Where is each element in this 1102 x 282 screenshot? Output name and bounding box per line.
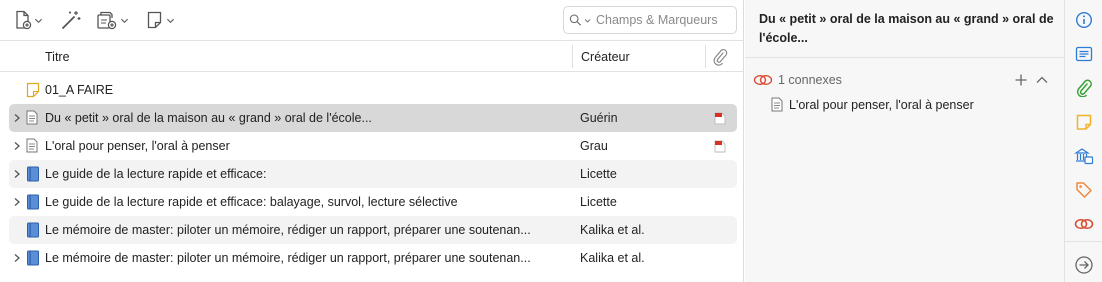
- book-icon: [26, 194, 40, 213]
- sidenav-attachments-button[interactable]: [1074, 78, 1094, 98]
- libraries-collections-icon: [1074, 148, 1094, 165]
- items-pane: Titre Créateur 01_A FAIRE Du « petit » or…: [0, 0, 744, 282]
- column-header: Titre Créateur: [0, 41, 744, 72]
- search-mode-chevron-icon[interactable]: [584, 16, 591, 25]
- chevron-down-icon: [34, 18, 43, 23]
- divider: [745, 57, 1064, 58]
- item-title-cell: Le guide de la lecture rapide et efficac…: [45, 195, 458, 209]
- plus-icon: [1015, 74, 1027, 86]
- related-icon: [1074, 218, 1094, 230]
- sidenav-info-button[interactable]: [1074, 10, 1094, 30]
- book-icon: [26, 166, 40, 185]
- item-row[interactable]: 01_A FAIRE: [9, 76, 737, 104]
- add-attachment-button[interactable]: [96, 8, 129, 32]
- column-attachments-header[interactable]: [712, 48, 728, 69]
- item-row[interactable]: Le mémoire de master: piloter un mémoire…: [9, 216, 737, 244]
- item-creator-cell: Grau: [580, 139, 608, 153]
- column-creator-header[interactable]: Créateur: [581, 50, 630, 64]
- item-creator-cell: Licette: [580, 195, 617, 209]
- item-row[interactable]: Le guide de la lecture rapide et efficac…: [9, 188, 737, 216]
- new-note-button[interactable]: [146, 8, 175, 32]
- chevron-down-icon: [120, 18, 129, 23]
- related-item[interactable]: L'oral pour penser, l'oral à penser: [771, 97, 974, 112]
- pdf-attachment-icon[interactable]: [714, 140, 726, 156]
- new-item-button[interactable]: [14, 8, 43, 32]
- items-toolbar: [0, 0, 744, 41]
- item-row[interactable]: L'oral pour penser, l'oral à penser Grau: [9, 132, 737, 160]
- sidenav-related-button[interactable]: [1074, 214, 1094, 234]
- item-row[interactable]: Le mémoire de master: piloter un mémoire…: [9, 244, 737, 272]
- tags-icon: [1076, 182, 1092, 198]
- collapse-section-button[interactable]: [1035, 73, 1049, 90]
- sidenav-notes-button[interactable]: [1074, 112, 1094, 132]
- new-note-icon: [147, 11, 162, 29]
- search-box[interactable]: [563, 6, 737, 34]
- info-icon: [1075, 11, 1093, 29]
- expand-twisty-icon[interactable]: [12, 252, 22, 264]
- item-pane-title: Du « petit » oral de la maison au « gran…: [759, 12, 1054, 45]
- item-title-cell: Le mémoire de master: piloter un mémoire…: [45, 223, 531, 237]
- locate-icon: [1075, 256, 1093, 274]
- item-title-cell: Le guide de la lecture rapide et efficac…: [45, 167, 267, 181]
- sidenav-locate-button[interactable]: [1074, 255, 1094, 275]
- expand-twisty-icon[interactable]: [12, 140, 22, 152]
- related-icon: [753, 75, 773, 85]
- item-creator-cell: Kalika et al.: [580, 223, 645, 237]
- expand-twisty-icon[interactable]: [12, 168, 22, 180]
- add-attachment-icon: [97, 11, 117, 30]
- magic-wand-icon: [62, 11, 81, 29]
- related-count-label: 1 connexes: [778, 73, 842, 87]
- expand-twisty-icon[interactable]: [12, 196, 22, 208]
- paperclip-icon: [713, 49, 728, 66]
- pdf-attachment-icon[interactable]: [714, 112, 726, 128]
- expand-twisty-icon[interactable]: [12, 112, 22, 124]
- notes-icon: [1076, 114, 1092, 130]
- related-section-header[interactable]: 1 connexes: [753, 70, 1053, 90]
- column-separator[interactable]: [572, 45, 573, 68]
- chevron-down-icon: [166, 18, 175, 23]
- item-creator-cell: Kalika et al.: [580, 251, 645, 265]
- item-pane: Du « petit » oral de la maison au « gran…: [745, 0, 1064, 282]
- item-row[interactable]: Du « petit » oral de la maison au « gran…: [9, 104, 737, 132]
- column-separator[interactable]: [705, 45, 706, 68]
- item-pane-sidenav: [1064, 0, 1102, 282]
- add-related-button[interactable]: [1014, 73, 1028, 90]
- chevron-up-icon: [1036, 76, 1048, 83]
- book-icon: [26, 222, 40, 241]
- note-icon: [26, 82, 40, 101]
- abstract-icon: [1075, 46, 1093, 62]
- column-title-header[interactable]: Titre: [45, 50, 70, 64]
- divider: [1065, 241, 1102, 242]
- book-icon: [26, 250, 40, 269]
- search-icon: [569, 14, 581, 26]
- item-title-cell: L'oral pour penser, l'oral à penser: [45, 139, 230, 153]
- new-item-icon: [16, 10, 32, 30]
- item-creator-cell: Licette: [580, 167, 617, 181]
- document-icon: [26, 110, 38, 128]
- item-title-cell: Le mémoire de master: piloter un mémoire…: [45, 251, 531, 265]
- sidenav-abstract-button[interactable]: [1074, 44, 1094, 64]
- add-by-identifier-button[interactable]: [60, 8, 82, 32]
- search-input[interactable]: [596, 13, 736, 27]
- attachments-icon: [1076, 79, 1092, 97]
- related-item-title: L'oral pour penser, l'oral à penser: [789, 97, 974, 112]
- document-icon: [26, 138, 38, 156]
- item-title-cell: Du « petit » oral de la maison au « gran…: [45, 111, 372, 125]
- item-row[interactable]: Le guide de la lecture rapide et efficac…: [9, 160, 737, 188]
- item-creator-cell: Guérin: [580, 111, 618, 125]
- sidenav-tags-button[interactable]: [1074, 180, 1094, 200]
- item-title-cell: 01_A FAIRE: [45, 83, 114, 97]
- document-icon: [771, 97, 783, 112]
- sidenav-libraries-collections-button[interactable]: [1074, 146, 1094, 166]
